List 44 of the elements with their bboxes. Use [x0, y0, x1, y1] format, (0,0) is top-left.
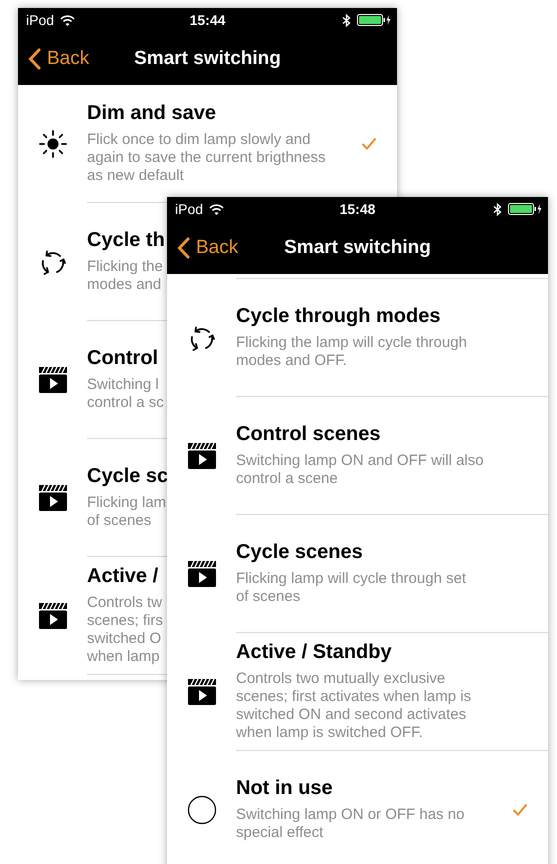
clapperboard-play-icon [186, 560, 216, 588]
status-time: 15:48 [340, 201, 376, 217]
option-description: Switching l control a sc [87, 376, 164, 412]
option-title: Cycle sc [87, 465, 168, 488]
wifi-icon [209, 204, 224, 214]
option-description: Flicking the modes and [87, 258, 163, 294]
option-title: Control scenes [236, 423, 380, 446]
clapperboard-play-icon [38, 602, 68, 630]
option-title: Not in use [236, 777, 333, 800]
sun-icon [38, 129, 68, 159]
screen-title: Smart switching [284, 236, 431, 258]
circle-icon [186, 795, 216, 825]
battery-icon [357, 14, 391, 26]
option-title: Cycle scenes [236, 541, 363, 564]
clapperboard-play-icon [38, 484, 68, 512]
bluetooth-icon [342, 14, 351, 26]
clapperboard-play-icon [186, 678, 216, 706]
carrier-label: iPod [175, 201, 204, 217]
option-title: Cycle through modes [236, 305, 440, 328]
option-title: Dim and save [87, 102, 216, 125]
status-time: 15:44 [190, 12, 226, 28]
option-title: Cycle th [87, 229, 165, 252]
bluetooth-icon [493, 202, 502, 216]
option-description: Flicking lam of scenes [87, 494, 166, 530]
wifi-icon [60, 14, 76, 26]
option-description: Controls tw scenes; firs switched O when lamp [87, 594, 163, 666]
option-description: Switching lamp ON and OFF will also control a scene [236, 452, 484, 488]
option-description: Switching lamp ON or OFF has no special effect [236, 806, 464, 842]
battery-icon [508, 203, 542, 215]
option-title: Active / Standby [236, 641, 392, 664]
back-button[interactable]: Back [167, 236, 238, 258]
back-button[interactable]: Back [18, 48, 90, 70]
option-description: Flicking lamp will cycle through set of scenes [236, 570, 466, 606]
option-description: Controls two mutually exclusive scenes; first activates when lamp is switched ON and second activates when lamp is switched OFF. [236, 670, 472, 742]
option-description: Flicking the lamp will cycle through modes and OFF. [236, 334, 467, 370]
clapperboard-play-icon [38, 366, 68, 394]
option-title: Control [87, 347, 158, 370]
clapperboard-play-icon [186, 442, 216, 470]
chevron-left-icon [177, 236, 190, 258]
chevron-left-icon [28, 48, 41, 70]
carrier-label: iPod [26, 12, 54, 28]
option-title: Active / [87, 565, 158, 588]
screen-title: Smart switching [134, 48, 281, 70]
option-description: Flick once to dim lamp slowly and again to save the current brigthness as new default [87, 131, 326, 185]
